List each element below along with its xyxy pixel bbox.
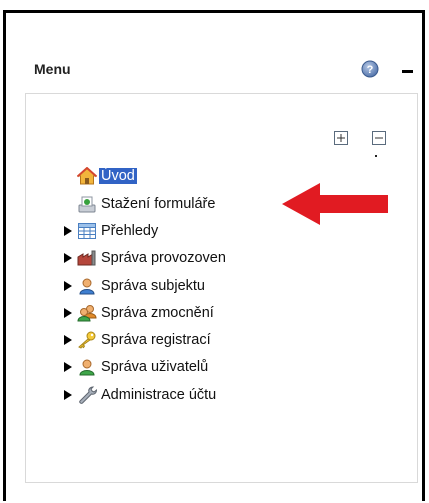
expand-all-icon[interactable] — [334, 131, 348, 145]
wrench-icon — [76, 385, 98, 405]
tree-item-label: Správa registrací — [101, 332, 211, 348]
users-icon — [76, 303, 98, 323]
collapse-all-icon[interactable] — [372, 131, 386, 145]
expand-arrow-icon[interactable] — [64, 252, 76, 264]
tree-item-sprava-zmocneni[interactable]: Správa zmocnění — [64, 301, 216, 325]
tree-item-stazeni-formulare[interactable]: Stažení formuláře — [64, 192, 217, 216]
tree-item-prehledy[interactable]: Přehledy — [64, 219, 160, 243]
tree-item-label: Správa subjektu — [101, 278, 205, 294]
tree-item-label: Správa zmocnění — [101, 305, 214, 321]
tree-item-uvod[interactable]: Úvod — [64, 164, 137, 188]
expand-arrow-icon[interactable] — [64, 361, 76, 373]
svg-text:?: ? — [367, 64, 374, 76]
user-green-icon — [76, 357, 98, 377]
tree-item-label: Stažení formuláře — [101, 196, 216, 212]
expand-arrow-icon[interactable] — [64, 307, 76, 319]
table-icon — [76, 221, 98, 241]
separator-dot — [375, 155, 377, 157]
download-form-icon — [76, 194, 98, 214]
tree-item-label: Správa provozoven — [101, 250, 226, 266]
tree-item-label: Administrace účtu — [101, 387, 217, 403]
minimize-button[interactable] — [402, 70, 413, 73]
tree-item-sprava-uzivatelu[interactable]: Správa uživatelů — [64, 355, 210, 379]
key-icon — [76, 330, 98, 350]
tree-item-sprava-registraci[interactable]: Správa registrací — [64, 328, 213, 352]
panel-title: Menu — [34, 61, 71, 77]
annotation-arrow-icon — [282, 183, 388, 225]
tree-item-label: Přehledy — [101, 223, 159, 239]
factory-icon — [76, 248, 98, 268]
tree-item-label: Správa uživatelů — [101, 359, 209, 375]
help-icon[interactable]: ? — [361, 60, 379, 78]
expand-arrow-icon[interactable] — [64, 334, 76, 346]
tree-item-label: Úvod — [99, 168, 137, 184]
expand-arrow-icon[interactable] — [64, 225, 76, 237]
home-icon — [76, 166, 98, 186]
tree-item-administrace-uctu[interactable]: Administrace účtu — [64, 383, 218, 407]
user-icon — [76, 276, 98, 296]
expand-arrow-icon[interactable] — [64, 389, 76, 401]
tree-item-sprava-subjektu[interactable]: Správa subjektu — [64, 274, 207, 298]
tree-item-sprava-provozoven[interactable]: Správa provozoven — [64, 246, 228, 270]
expand-arrow-icon[interactable] — [64, 280, 76, 292]
